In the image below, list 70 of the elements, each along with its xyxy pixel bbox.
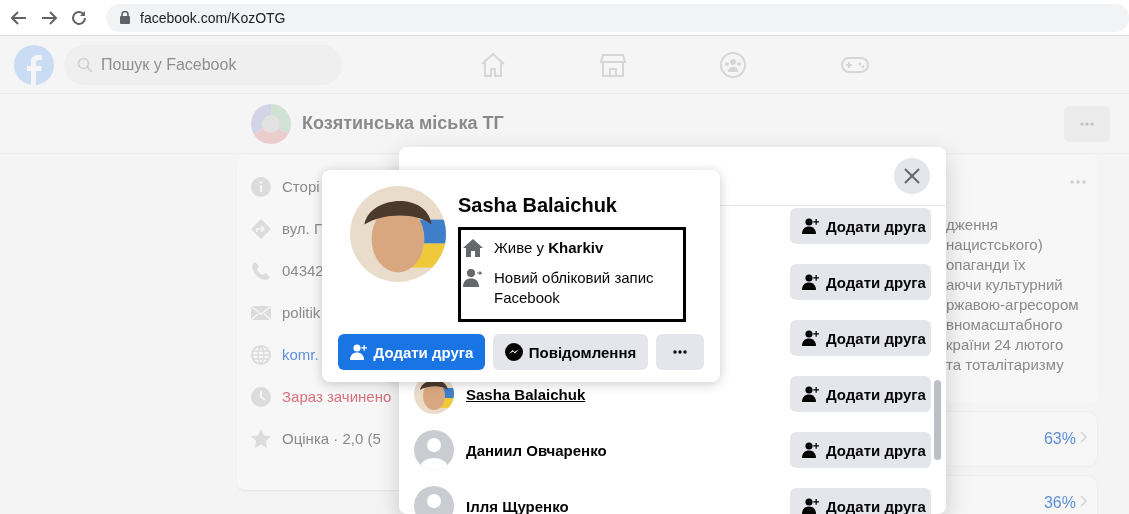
add-friend-icon [802, 330, 820, 346]
about-text: politik [282, 304, 321, 321]
add-friend-button[interactable]: Додати друга [790, 488, 931, 514]
add-friend-icon [349, 344, 368, 360]
description-text: нацистського) [946, 235, 1044, 255]
store-icon[interactable] [600, 51, 626, 78]
description-text: та тоталітаризму [946, 355, 1065, 375]
home-icon[interactable] [480, 51, 506, 78]
url-text: facebook.com/KozOTG [140, 9, 286, 26]
reload-icon[interactable] [70, 8, 88, 27]
page-logo[interactable] [251, 103, 291, 144]
add-friend-button[interactable]: Додати друга [790, 320, 931, 356]
close-button[interactable] [894, 158, 930, 194]
scrollbar[interactable] [934, 380, 941, 460]
friend-name[interactable]: Sasha Balaichuk [466, 385, 778, 403]
home-icon [463, 238, 483, 258]
chevron-icon [1080, 495, 1087, 507]
chevron-icon [1080, 431, 1087, 443]
more-button[interactable] [656, 334, 704, 370]
about-text: 04342 [282, 262, 324, 279]
description-text: дження [946, 215, 999, 235]
friend-name[interactable]: Ілля Щуренко [466, 497, 778, 514]
profile-name[interactable]: Sasha Balaichuk [458, 193, 686, 217]
messenger-icon [504, 343, 523, 361]
phone-icon [251, 260, 271, 281]
page-title: Козятинська міська ТГ [302, 113, 505, 134]
add-friend-button[interactable]: Додати друга [338, 334, 485, 370]
forward-icon[interactable] [40, 8, 58, 27]
more-icon [1080, 121, 1094, 126]
add-friend-icon [802, 442, 820, 458]
description-text: ржавою-агресором [946, 295, 1080, 315]
add-friend-button[interactable]: Додати друга [790, 264, 931, 300]
add-friend-button[interactable]: Додати друга [790, 432, 931, 468]
about-text: вул. Г [282, 220, 323, 237]
message-button[interactable]: Повідомлення [493, 334, 648, 370]
description-text: країни 24 лютого [946, 335, 1065, 355]
search-icon [77, 56, 93, 73]
poll-percent: 36% [1043, 495, 1076, 511]
info-icon [251, 176, 271, 197]
close-icon [903, 167, 921, 185]
avatar-icon[interactable] [414, 430, 454, 470]
add-friend-icon [802, 386, 820, 402]
avatar-icon[interactable] [414, 486, 454, 514]
directions-icon [251, 218, 271, 239]
back-icon[interactable] [10, 8, 28, 27]
more-icon [673, 350, 687, 354]
add-friend-icon [802, 274, 820, 290]
about-text: Сторі [282, 178, 320, 195]
description-text: опаганди їх [946, 255, 1027, 275]
detail-text: Живе у Kharkiv [494, 238, 605, 258]
add-friend-icon [802, 218, 820, 234]
description-text: аючи культурний [946, 275, 1064, 295]
friend-name[interactable]: Даниил Овчаренко [466, 441, 778, 459]
groups-icon[interactable] [720, 51, 746, 78]
about-text: Оцінка · 2,0 (5 [282, 430, 381, 447]
add-friend-button[interactable]: Додати друга [790, 208, 931, 244]
person-icon [463, 268, 483, 288]
globe-icon [251, 344, 271, 365]
star-icon [251, 428, 271, 449]
add-friend-icon [802, 498, 820, 514]
lock-icon [120, 11, 130, 24]
detail-text: Новий обліковий запис Facebook [494, 268, 655, 308]
clock-icon [251, 386, 271, 407]
poll-percent: 63% [1043, 431, 1076, 447]
more-icon[interactable] [1070, 180, 1086, 184]
about-text: Зараз зачинено [282, 388, 392, 405]
add-friend-button[interactable]: Додати друга [790, 376, 931, 412]
facebook-logo[interactable] [14, 44, 54, 85]
description-text: вномасштабного [946, 315, 1064, 335]
address-bar[interactable]: facebook.com/KozOTG [106, 3, 1129, 32]
